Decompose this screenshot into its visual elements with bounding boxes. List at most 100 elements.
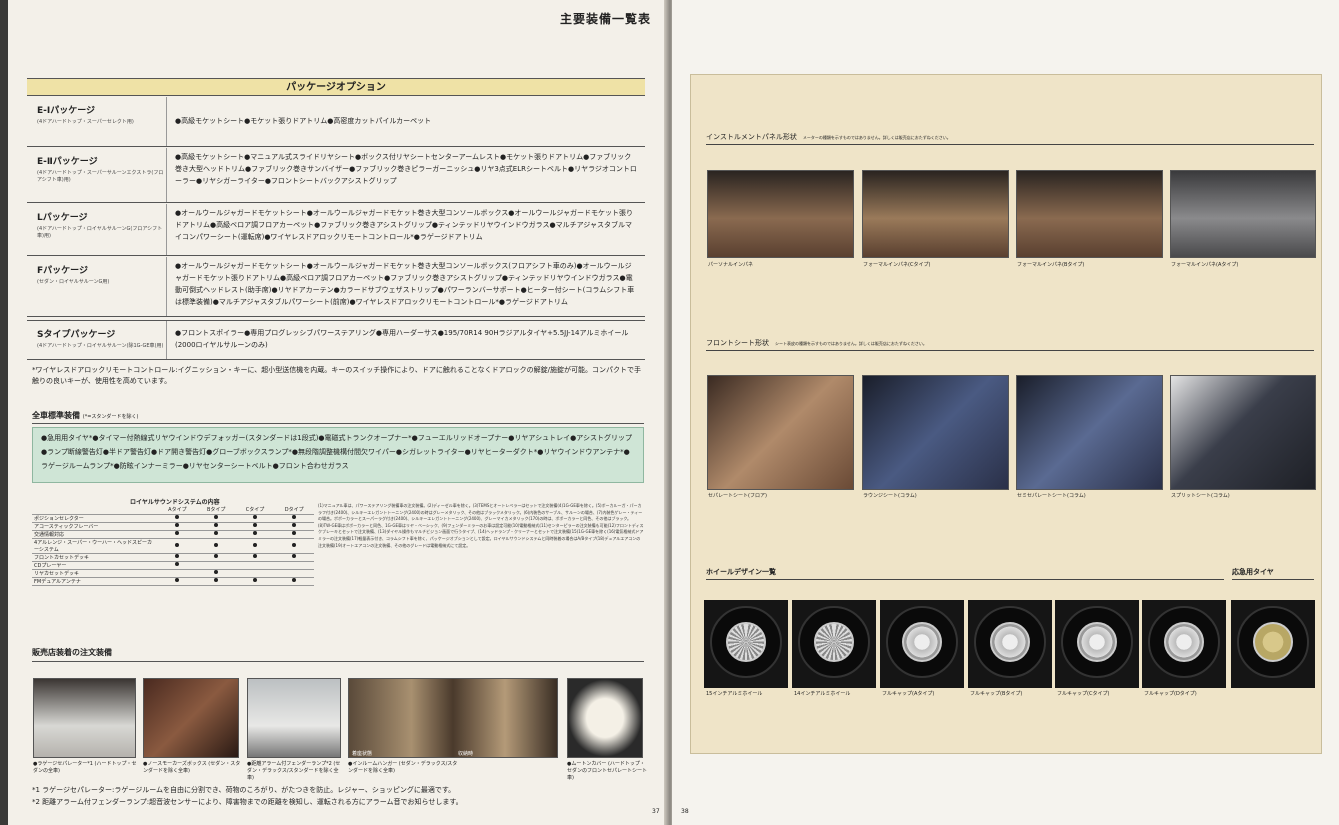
row-label: CDプレーヤー — [32, 561, 158, 570]
included-dot — [214, 554, 219, 558]
table-cell — [235, 522, 275, 531]
included-dot — [214, 578, 219, 582]
table-cell — [158, 553, 197, 562]
package-row: E-Ⅰパッケージ (4ドアハードトップ・スーパーセレクト用) ●高級モケットシート… — [27, 97, 645, 147]
standard-sub: (*=スタンダードを除く) — [82, 414, 139, 420]
wheel-photo — [792, 600, 876, 688]
row-label: 4アルレンジ・スーパー・ウーハー・ヘッドスピーカーシステム — [32, 538, 158, 554]
photo-label: 収納時 — [458, 751, 474, 757]
package-name: Lパッケージ — [37, 213, 88, 223]
table-cell — [274, 522, 314, 531]
table-header: Bタイプ — [196, 506, 236, 515]
row-label: アコースティックフレーバー — [32, 522, 158, 531]
included-dot — [175, 531, 180, 535]
package-row: Sタイプパッケージ (4ドアハードトップ・ロイヤルサルーン(除1G-GE車)用) … — [27, 320, 645, 360]
wheel-photo — [1055, 600, 1139, 688]
fender-lamp-photo — [247, 678, 341, 758]
table-cell — [274, 577, 314, 586]
included-dot — [253, 515, 257, 519]
instrument-panel-title: インストルメントパネル形状 メーターの種類を示すものではありません。詳しくは販売店… — [706, 132, 1314, 145]
table-cell — [274, 514, 314, 523]
standard-equipment-box: ●急用用タイヤ*●タイマー付熱線式リヤウインドウデフォッガー(スタンダードは1段… — [32, 427, 644, 483]
dealer-caption: ●インルームハンガー (セダン・デラックス/スタンダードを除く全車) — [348, 761, 458, 774]
table-row: 4アルレンジ・スーパー・ウーハー・ヘッドスピーカーシステム — [32, 538, 314, 554]
spare-tire-title: 応急用タイヤ — [1232, 567, 1314, 580]
row-label: リヤカセットデッキ — [32, 569, 158, 578]
table-row: ポジションセレクター — [32, 514, 314, 523]
table-cell — [235, 561, 275, 570]
wheel-photo — [968, 600, 1052, 688]
standard-equipment-title: 全車標準装備 (*=スタンダードを除く) — [32, 410, 644, 424]
included-dot — [292, 531, 297, 535]
standard-title-text: 全車標準装備 — [32, 411, 80, 420]
table-row: リヤカセットデッキ — [32, 569, 314, 578]
wireless-note: *ワイヤレスドアロックリモートコントロール:イグニッション・キーに、超小型送信機… — [32, 366, 642, 385]
table-row: アコースティックフレーバー — [32, 522, 314, 531]
spare-tire-photo — [1231, 600, 1315, 688]
front-seat-photo — [862, 375, 1009, 490]
wheel-caption: フルキャップ(Bタイプ) — [970, 691, 1023, 697]
table-cell — [235, 577, 275, 586]
seat-caption: ラウンジシート(コラム) — [863, 493, 917, 499]
included-dot — [292, 542, 297, 547]
front-seat-photo — [1016, 375, 1163, 490]
included-dot — [214, 523, 219, 527]
hanger-photo — [348, 678, 558, 758]
table-row: CDプレーヤー — [32, 561, 314, 570]
panel-caption: フォーマルインパネ(Aタイプ) — [1171, 262, 1239, 268]
table-cell — [235, 514, 275, 523]
seat-caption: セパレートシート(フロア) — [708, 493, 767, 499]
table-cell — [196, 553, 236, 562]
front-seat-title: フロントシート形状 シート表皮の種類を示すものではありません。詳しくは販売店におた… — [706, 338, 1314, 351]
table-cell — [158, 577, 197, 586]
mouton-cover-photo — [567, 678, 643, 758]
package-desc: ●オールウールジャガードモケットシート●オールウールジャガードモケット巻き大型コ… — [175, 209, 634, 241]
included-dot — [175, 523, 180, 527]
ashtray-photo — [143, 678, 239, 758]
footnotes-small: (1)マニュアル車は、パワーステアリング装備車の注文装備。(2)ディーゼル車を除… — [318, 503, 644, 548]
table-cell — [235, 569, 275, 578]
row-label: FMデュアルアンテナ — [32, 577, 158, 586]
included-dot — [292, 523, 297, 527]
package-option-title: パッケージオプション — [27, 78, 645, 96]
package-name: Fパッケージ — [37, 266, 88, 276]
wheel-design-title: ホイールデザイン一覧 — [706, 567, 1224, 580]
row-label: フロントカセットデッキ — [32, 553, 158, 562]
page-number-right: 38 — [681, 808, 689, 815]
luggage-separator-photo — [33, 678, 136, 758]
instrument-panel-photo — [707, 170, 854, 258]
table-cell — [158, 530, 197, 539]
table-cell — [274, 569, 314, 578]
table-header: Aタイプ — [158, 506, 197, 515]
row-label: 交通情報対応 — [32, 530, 158, 539]
dealer-caption: ●ムートンカバー (ハードトップ・セダンのフロントセパレートシート車) — [567, 761, 648, 781]
package-row: Lパッケージ (4ドアハードトップ・ロイヤルサルーンG(フロアシフト車)用) ●オ… — [27, 204, 645, 256]
dealer-caption: ●距離アラーム付フェンダーランプ*2 (セダン・デラックス/スタンダードを除く全… — [247, 761, 341, 781]
included-dot — [175, 515, 180, 519]
included-dot — [175, 554, 180, 558]
included-dot — [292, 578, 297, 582]
wheel-caption: 14インチアルミホイール — [794, 691, 851, 697]
panel-caption: フォーマルインパネ(Bタイプ) — [1017, 262, 1085, 268]
table-cell — [158, 514, 197, 523]
table-header — [32, 506, 158, 515]
table-cell — [235, 553, 275, 562]
included-dot — [175, 542, 180, 547]
package-name: Sタイプパッケージ — [37, 330, 116, 340]
wheel-photo — [1142, 600, 1226, 688]
dealer-caption: ●ラゲージセパレーター*1 (ハードトップ・セダンの全車) — [33, 761, 137, 774]
dealer-options-title: 販売店装着の注文装備 — [32, 647, 644, 662]
included-dot — [214, 542, 219, 547]
wheel-photo — [704, 600, 788, 688]
package-sub: (4ドアハードトップ・スーパーサルーンエクストラ(フロアシフト車)用) — [37, 170, 164, 183]
included-dot — [175, 562, 180, 566]
table-cell — [158, 538, 197, 554]
table-cell — [274, 538, 314, 554]
package-row: Fパッケージ (セダン・ロイヤルサルーンG用) ●オールウールジャガードモケットシ… — [27, 257, 645, 317]
sound-system-title: ロイヤルサウンドシステムの内容 — [130, 499, 220, 506]
instrument-panel-photo — [862, 170, 1009, 258]
table-cell — [196, 530, 236, 539]
included-dot — [292, 515, 297, 519]
package-sub: (4ドアハードトップ・ロイヤルサルーンG(フロアシフト車)用) — [37, 226, 163, 239]
table-cell — [274, 561, 314, 570]
